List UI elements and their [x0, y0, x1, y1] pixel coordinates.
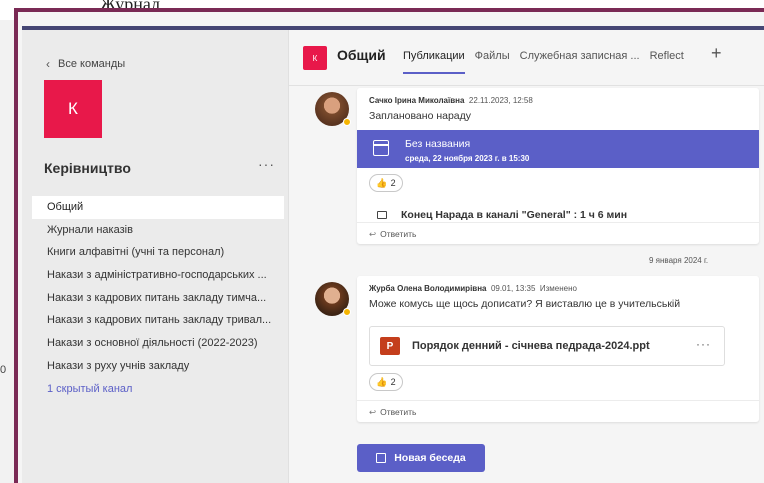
channel-title: Общий — [337, 47, 386, 63]
team-pane: ‹ Все команды К Керівництво ··· Общий Жу… — [22, 30, 288, 483]
meeting-ended-text: Конец Нарада в каналі "General" : 1 ч 6 … — [401, 209, 628, 221]
reaction-count: 2 — [390, 178, 396, 188]
date-separator: 9 января 2024 г. — [649, 256, 709, 265]
post-time: 22.11.2023, 12:58 — [468, 96, 533, 105]
post-author[interactable]: Сачко Ірина Миколаївна — [369, 96, 464, 105]
post-meta: Сачко Ірина Миколаївна 22.11.2023, 12:58 — [369, 96, 533, 105]
channel-item[interactable]: Журнали наказів — [32, 219, 284, 242]
channel-item[interactable]: Накази з основної діяльності (2022-2023) — [32, 332, 284, 355]
reaction-badge[interactable]: 👍 2 — [369, 373, 403, 391]
tab-posts[interactable]: Публикации — [403, 50, 465, 74]
reaction-count: 2 — [390, 377, 396, 387]
channel-item[interactable]: Накази з адміністративно-господарських .… — [32, 264, 284, 287]
reply-button[interactable]: ↩ Ответить — [357, 400, 759, 422]
post-author[interactable]: Журба Олена Володимирівна — [369, 284, 486, 293]
meeting-ended-notice: Конец Нарада в каналі "General" : 1 ч 6 … — [377, 209, 627, 221]
video-camera-icon — [377, 211, 387, 219]
channel-tabs: Публикации Файлы Служебная записная ... … — [403, 50, 684, 74]
teams-window: ‹ Все команды К Керівництво ··· Общий Жу… — [14, 8, 764, 483]
new-conversation-button[interactable]: Новая беседа — [357, 444, 485, 472]
file-more-options-icon[interactable]: ··· — [696, 337, 711, 351]
post-time: 09.01, 13:35 — [490, 284, 536, 293]
reply-label: Ответить — [380, 407, 417, 417]
channel-item[interactable]: Накази з кадрових питань закладу тривал.… — [32, 309, 284, 332]
reply-label: Ответить — [380, 229, 417, 239]
reply-arrow-icon: ↩ — [369, 407, 377, 417]
channel-avatar-letter: К — [312, 53, 318, 63]
add-tab-icon[interactable]: + — [711, 43, 722, 64]
tab-reflect[interactable]: Reflect — [650, 50, 684, 74]
team-avatar-letter: К — [68, 99, 78, 118]
channel-item[interactable]: Накази з руху учнів закладу — [32, 355, 284, 378]
more-options-icon[interactable]: ··· — [258, 156, 275, 172]
calendar-icon — [373, 140, 389, 156]
status-away-icon — [343, 308, 351, 316]
post-meta: Журба Олена Володимирівна 09.01, 13:35 И… — [369, 284, 577, 293]
post-card: Сачко Ірина Миколаївна 22.11.2023, 12:58… — [357, 88, 759, 244]
post-message: Може комусь ще щось дописати? Я виставлю… — [369, 298, 681, 310]
channel-item-general[interactable]: Общий — [32, 196, 284, 219]
channel-avatar: К — [303, 46, 327, 70]
all-teams-link[interactable]: ‹ Все команды — [46, 57, 125, 71]
all-teams-label: Все команды — [58, 58, 126, 70]
tab-files[interactable]: Файлы — [475, 50, 510, 74]
background-number: 0 — [0, 364, 7, 376]
channel-list: Общий Журнали наказів Книги алфавітні (у… — [32, 196, 284, 400]
channel-header: К Общий Публикации Файлы Служебная запис… — [289, 30, 764, 86]
post-message: Заплановано нараду — [369, 110, 472, 122]
new-conversation-label: Новая беседа — [394, 452, 466, 464]
team-avatar: К — [44, 80, 102, 138]
reply-button[interactable]: ↩ Ответить — [357, 222, 759, 244]
compose-icon — [376, 453, 387, 463]
reply-arrow-icon: ↩ — [369, 229, 377, 239]
file-attachment[interactable]: P Порядок денний - січнева педрада-2024.… — [369, 326, 725, 366]
powerpoint-icon: P — [380, 337, 400, 355]
reaction-badge[interactable]: 👍 2 — [369, 174, 403, 192]
background-left-strip: 0 — [0, 20, 14, 483]
file-name[interactable]: Порядок денний - січнева педрада-2024.pp… — [412, 340, 650, 352]
event-title: Без названия — [405, 138, 471, 150]
edited-label: Изменено — [539, 284, 577, 293]
hidden-channels-link[interactable]: 1 скрытый канал — [32, 378, 284, 401]
channel-item[interactable]: Накази з кадрових питань закладу тимча..… — [32, 287, 284, 310]
event-datetime: среда, 22 ноября 2023 г. в 15:30 — [405, 154, 530, 163]
chevron-left-icon: ‹ — [46, 57, 50, 71]
channel-item[interactable]: Книги алфавітні (учні та персонал) — [32, 241, 284, 264]
channel-content: К Общий Публикации Файлы Служебная запис… — [288, 30, 764, 483]
status-away-icon — [343, 118, 351, 126]
meeting-event-card[interactable]: Без названия среда, 22 ноября 2023 г. в … — [357, 130, 759, 168]
thumbs-up-icon: 👍 — [376, 177, 388, 188]
post-card: Журба Олена Володимирівна 09.01, 13:35 И… — [357, 276, 759, 422]
team-name: Керівництво — [44, 160, 131, 176]
thumbs-up-icon: 👍 — [376, 376, 388, 387]
tab-notes[interactable]: Служебная записная ... — [520, 50, 640, 74]
